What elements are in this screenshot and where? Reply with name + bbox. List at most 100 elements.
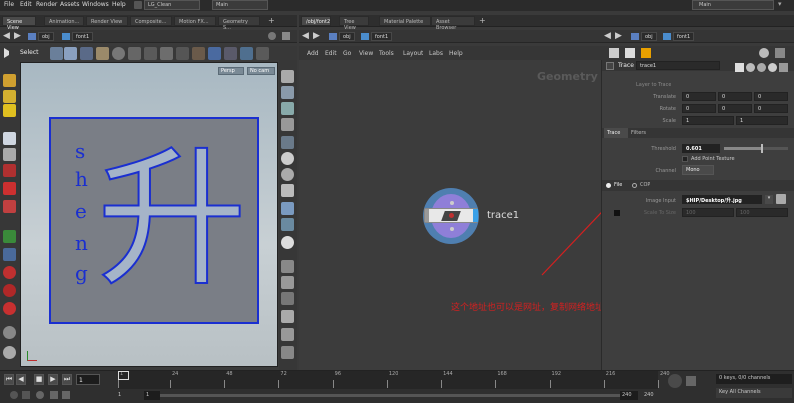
tab-motion-fx[interactable]: Motion FX... (174, 16, 216, 26)
select-visible-icon[interactable] (176, 47, 189, 60)
menu-help[interactable]: Help (112, 1, 126, 8)
select-mode-icon[interactable] (50, 47, 63, 60)
paint-select-icon[interactable] (144, 47, 157, 60)
network-menu-add[interactable]: Add (307, 50, 319, 57)
path-node[interactable]: font1 (371, 32, 393, 41)
snap-multi-icon[interactable] (3, 302, 16, 315)
range-slider[interactable] (160, 394, 620, 397)
network-menu-tools[interactable]: Tools (379, 50, 394, 57)
snap-grid-icon[interactable] (3, 230, 16, 243)
desktop-selector[interactable]: LG_Clean (144, 0, 200, 10)
forward-arrow-icon[interactable]: ▶ (313, 31, 320, 41)
snap-point-icon[interactable] (3, 248, 16, 261)
tool-icon[interactable] (609, 48, 619, 58)
tab-material-palette[interactable]: Material Palette (379, 16, 431, 26)
path-obj[interactable]: obj (38, 32, 54, 41)
tab-cop[interactable]: COP (640, 182, 650, 188)
context-selector[interactable]: Main (212, 0, 268, 10)
range-end2-field[interactable]: 240 (644, 392, 654, 398)
menu-windows[interactable]: Windows (82, 1, 109, 8)
dropdown-arrow-icon[interactable]: ▾ (765, 195, 773, 204)
path-obj[interactable]: obj (641, 32, 657, 41)
search-icon[interactable] (757, 63, 766, 72)
tab-filters[interactable]: Filters (628, 128, 654, 138)
translate-y-field[interactable]: 0 (718, 92, 752, 101)
pin-icon[interactable] (779, 63, 788, 72)
forward-arrow-icon[interactable]: ▶ (14, 31, 21, 41)
cache-icon[interactable] (50, 391, 58, 399)
key-icon[interactable] (686, 376, 696, 386)
rotate-tool-icon[interactable] (3, 182, 16, 195)
points-mode-icon[interactable] (64, 47, 77, 60)
tab-scene-view[interactable]: Scene View (2, 16, 36, 31)
current-frame-field[interactable]: 1 (76, 374, 100, 385)
menu-file[interactable]: File (4, 1, 14, 8)
settings-icon[interactable] (735, 63, 744, 72)
select-tool-icon[interactable] (3, 132, 16, 145)
prev-key-button[interactable]: ◀ (16, 374, 26, 385)
point-display-icon[interactable] (281, 236, 294, 249)
sim-icon[interactable] (36, 391, 44, 399)
loop-icon[interactable] (22, 391, 30, 399)
last-frame-button[interactable]: ⏭ (62, 374, 72, 385)
template-icon[interactable] (281, 218, 294, 231)
persp-menu[interactable]: Persp (218, 67, 244, 75)
display-options-icon[interactable] (3, 326, 16, 339)
timeline-ruler[interactable]: 1 24 48 72 96 120 144 168 192 216 240 (118, 371, 670, 389)
camera-menu[interactable]: No cam (247, 67, 275, 75)
scale-to-size-checkbox[interactable] (614, 210, 620, 216)
numbers-icon[interactable] (281, 292, 294, 305)
range-end-field[interactable]: 240 (620, 391, 638, 400)
flipbook-icon[interactable] (281, 346, 294, 359)
select-arrow-icon[interactable] (4, 48, 12, 58)
pane-menu-icon[interactable] (282, 32, 290, 40)
translate-x-field[interactable]: 0 (682, 92, 716, 101)
stop-button[interactable]: ■ (34, 374, 44, 385)
handle-tool-icon[interactable] (3, 74, 16, 87)
network-menu-layout[interactable]: Layout (403, 50, 423, 57)
select-whole-icon[interactable] (208, 47, 221, 60)
translate-z-field[interactable]: 0 (754, 92, 788, 101)
window-menu-icon[interactable]: ▾ (778, 0, 782, 8)
add-point-texture-checkbox[interactable] (682, 156, 688, 162)
network-menu-labs[interactable]: Labs (429, 50, 443, 57)
play-button[interactable]: ▶ (48, 374, 58, 385)
snap-curve-icon[interactable] (3, 284, 16, 297)
tab-file[interactable]: File (614, 182, 622, 188)
image-input-field[interactable]: $HIP/Desktop/升.jpg (682, 195, 762, 204)
right-context-selector[interactable]: Main (692, 0, 774, 10)
tab-geometry-spreadsheet[interactable]: Geometry S... (218, 16, 260, 31)
sop-gear-icon[interactable] (625, 48, 635, 58)
tab-animation[interactable]: Animation... (44, 16, 84, 26)
timeline-options-icon[interactable] (62, 391, 70, 399)
menu-edit[interactable]: Edit (20, 1, 32, 8)
edges-mode-icon[interactable] (80, 47, 93, 60)
network-menu-go[interactable]: Go (343, 50, 351, 57)
file-radio[interactable] (606, 183, 611, 188)
vis-icon[interactable] (281, 70, 294, 83)
question-icon[interactable] (768, 63, 777, 72)
range-start2-field[interactable]: 1 (144, 391, 160, 400)
scale-to-size-y[interactable]: 100 (736, 208, 788, 217)
lock-params-icon[interactable] (641, 48, 651, 58)
tab-tree-view[interactable]: Tree View (339, 16, 369, 31)
rotate-x-field[interactable]: 0 (682, 104, 716, 113)
rotate-z-field[interactable]: 0 (754, 104, 788, 113)
scale-to-size-x[interactable]: 100 (682, 208, 734, 217)
brush-icon[interactable] (128, 47, 141, 60)
connectivity-icon[interactable] (224, 47, 237, 60)
view-tool-icon[interactable] (3, 90, 16, 103)
ghost-icon[interactable] (281, 202, 294, 215)
threshold-slider-handle[interactable] (761, 144, 764, 153)
add-tab-icon[interactable]: + (268, 16, 275, 25)
network-editor[interactable]: Geometry trace1 这个地址也可以是网址，复制网络地址粘贴即可 (299, 60, 640, 370)
channel-select[interactable]: Mono (682, 165, 714, 175)
forward-arrow-icon[interactable]: ▶ (615, 31, 622, 41)
tab-network[interactable]: /obj/font2 (301, 16, 331, 26)
menu-render[interactable]: Render (36, 1, 57, 8)
network-menu-view[interactable]: View (359, 50, 373, 57)
uv-icon[interactable] (281, 276, 294, 289)
file-browse-icon[interactable] (776, 194, 786, 204)
rotate-y-field[interactable]: 0 (718, 104, 752, 113)
scale-y-field[interactable]: 1 (736, 116, 788, 125)
